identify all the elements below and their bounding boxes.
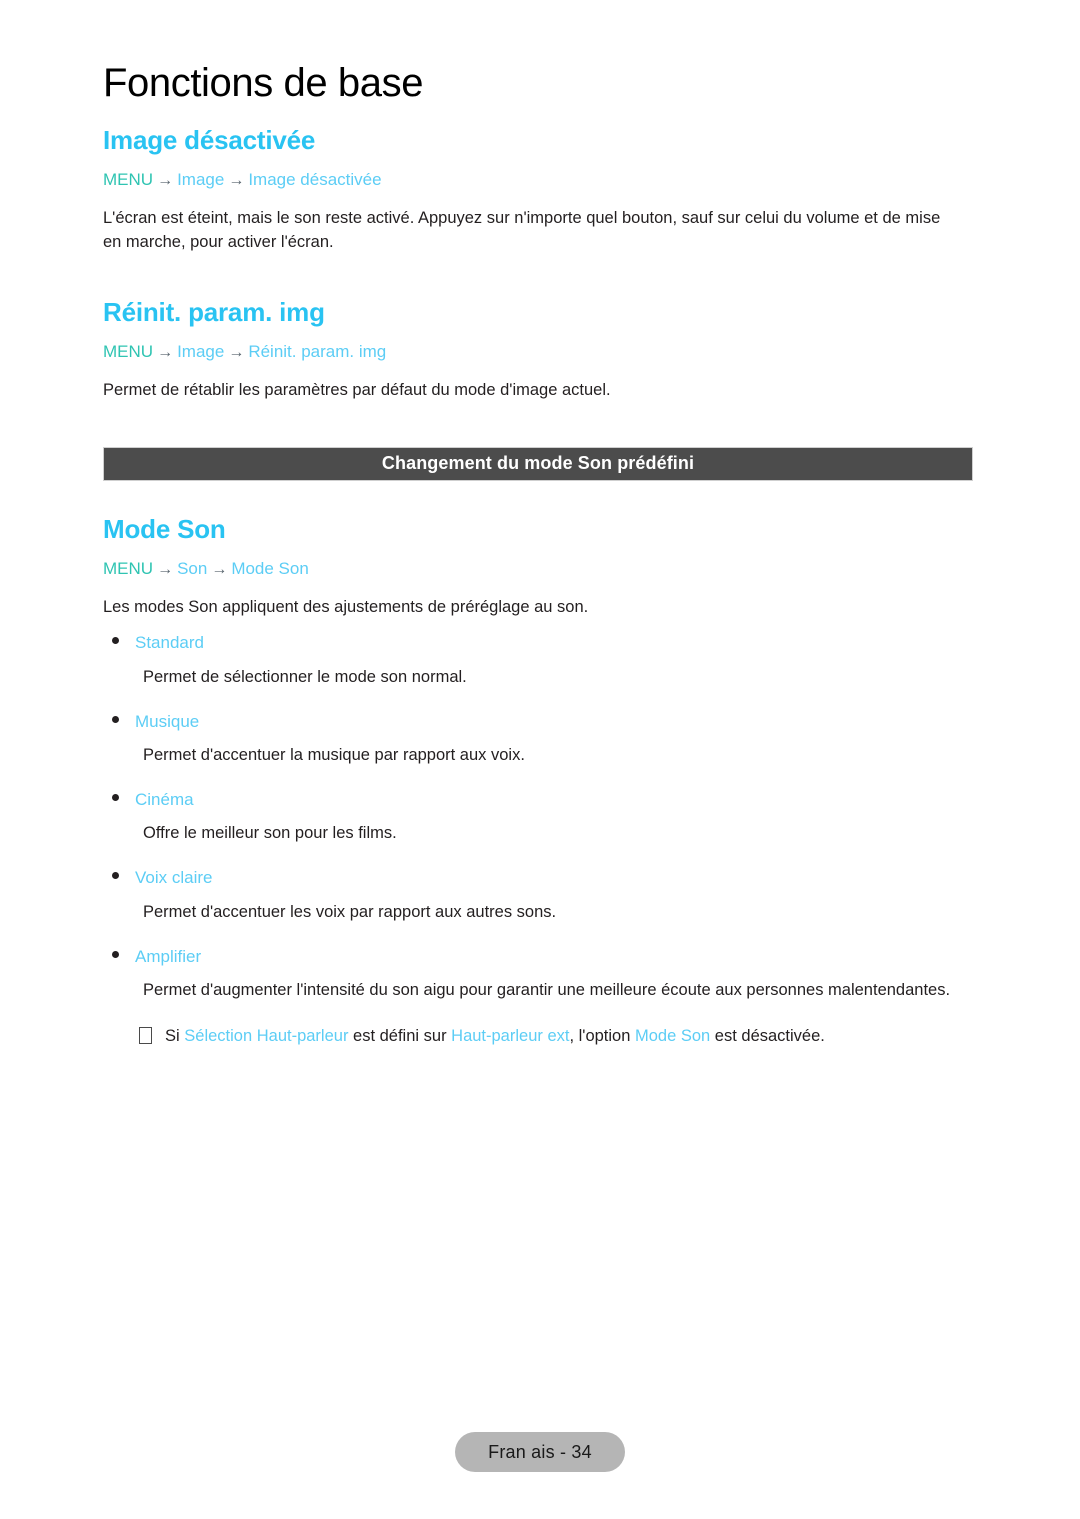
manual-page: Fonctions de base Image désactivée MENU →… xyxy=(0,0,1080,1519)
section-heading-picture-reset: Réinit. param. img xyxy=(103,297,325,328)
arrow-icon: → xyxy=(228,171,245,189)
bullet-icon xyxy=(112,715,119,723)
note-link-sound-mode: Mode Son xyxy=(635,1027,711,1046)
note-part-2: est défini sur xyxy=(348,1027,452,1046)
note-part-4: est désactivée. xyxy=(710,1027,825,1046)
arrow-icon: → xyxy=(157,171,174,189)
arrow-icon: → xyxy=(157,560,174,578)
bullet-icon xyxy=(112,872,119,880)
note-link-external-speaker: Haut-parleur ext xyxy=(451,1027,570,1046)
bullet-icon xyxy=(112,637,119,645)
option-label: Cinéma xyxy=(135,790,194,810)
bullet-icon xyxy=(112,794,119,802)
option-label-row: Standard xyxy=(103,633,977,653)
section-banner-label: Changement du mode Son prédéfini xyxy=(381,453,695,474)
note-text: Si Sélection Haut-parleur est défini sur… xyxy=(165,1025,825,1049)
breadcrumb-step-2: Réinit. param. img xyxy=(248,342,387,362)
option-label: Standard xyxy=(135,633,204,653)
page-content: Fonctions de base Image désactivée MENU →… xyxy=(103,62,977,1049)
section-heading-image-off: Image désactivée xyxy=(103,125,316,155)
breadcrumb-root: MENU xyxy=(103,342,154,362)
list-item: Amplifier Permet d'augmenter l'intensité… xyxy=(103,947,977,1003)
note-row: Si Sélection Haut-parleur est défini sur… xyxy=(139,1025,977,1049)
breadcrumb-image-off: MENU → Image → Image désactivée xyxy=(103,169,977,191)
breadcrumb-root: MENU xyxy=(103,169,154,189)
option-description: Permet d'accentuer les voix par rapport … xyxy=(143,902,557,921)
chapter-title: Fonctions de base xyxy=(103,61,424,105)
option-label: Amplifier xyxy=(135,946,202,966)
option-label: Voix claire xyxy=(135,868,213,888)
breadcrumb-picture-reset: MENU → Image → Réinit. param. img xyxy=(103,341,977,363)
list-item: Cinéma Offre le meilleur son pour les fi… xyxy=(103,790,977,846)
breadcrumb-sound-mode: MENU → Son → Mode Son xyxy=(103,558,977,580)
note-part-1: Si xyxy=(165,1027,185,1046)
note-box-icon xyxy=(139,1027,152,1045)
arrow-icon: → xyxy=(157,344,174,362)
option-label-row: Amplifier xyxy=(103,947,977,967)
option-label-row: Voix claire xyxy=(103,868,977,888)
list-item: Musique Permet d'accentuer la musique pa… xyxy=(103,712,977,768)
option-description: Offre le meilleur son pour les films. xyxy=(143,824,397,843)
option-description: Permet d'accentuer la musique par rappor… xyxy=(143,746,525,765)
sound-mode-option-list: Standard Permet de sélectionner le mode … xyxy=(103,633,977,1003)
note-part-3: , l'option xyxy=(569,1027,635,1046)
option-description: Permet d'augmenter l'intensité du son ai… xyxy=(143,981,951,1000)
list-item: Voix claire Permet d'accentuer les voix … xyxy=(103,868,977,924)
section-heading-sound-mode: Mode Son xyxy=(103,513,226,544)
section-banner: Changement du mode Son prédéfini xyxy=(103,446,973,481)
arrow-icon: → xyxy=(211,560,228,578)
page-number-label: Fran ais - 34 xyxy=(488,1441,592,1462)
option-label: Musique xyxy=(135,711,200,731)
breadcrumb-step-1: Son xyxy=(177,558,208,578)
breadcrumb-step-1: Image xyxy=(177,169,225,189)
page-number-pill: Fran ais - 34 xyxy=(455,1432,625,1472)
body-text-sound-mode: Les modes Son appliquent des ajustements… xyxy=(103,597,589,616)
breadcrumb-root: MENU xyxy=(103,558,154,578)
note-link-speaker-select: Sélection Haut-parleur xyxy=(184,1027,349,1046)
option-label-row: Cinéma xyxy=(103,790,977,810)
option-label-row: Musique xyxy=(103,712,977,732)
list-item: Standard Permet de sélectionner le mode … xyxy=(103,633,977,689)
body-text-picture-reset: Permet de rétablir les paramètres par dé… xyxy=(103,381,611,400)
bullet-icon xyxy=(112,950,119,958)
option-description: Permet de sélectionner le mode son norma… xyxy=(143,667,467,686)
page-footer: Fran ais - 34 xyxy=(0,1432,1080,1472)
breadcrumb-step-2: Image désactivée xyxy=(248,169,382,189)
arrow-icon: → xyxy=(228,344,245,362)
breadcrumb-step-2: Mode Son xyxy=(231,558,309,578)
body-text-image-off: L'écran est éteint, mais le son reste ac… xyxy=(103,208,941,251)
breadcrumb-step-1: Image xyxy=(177,342,225,362)
